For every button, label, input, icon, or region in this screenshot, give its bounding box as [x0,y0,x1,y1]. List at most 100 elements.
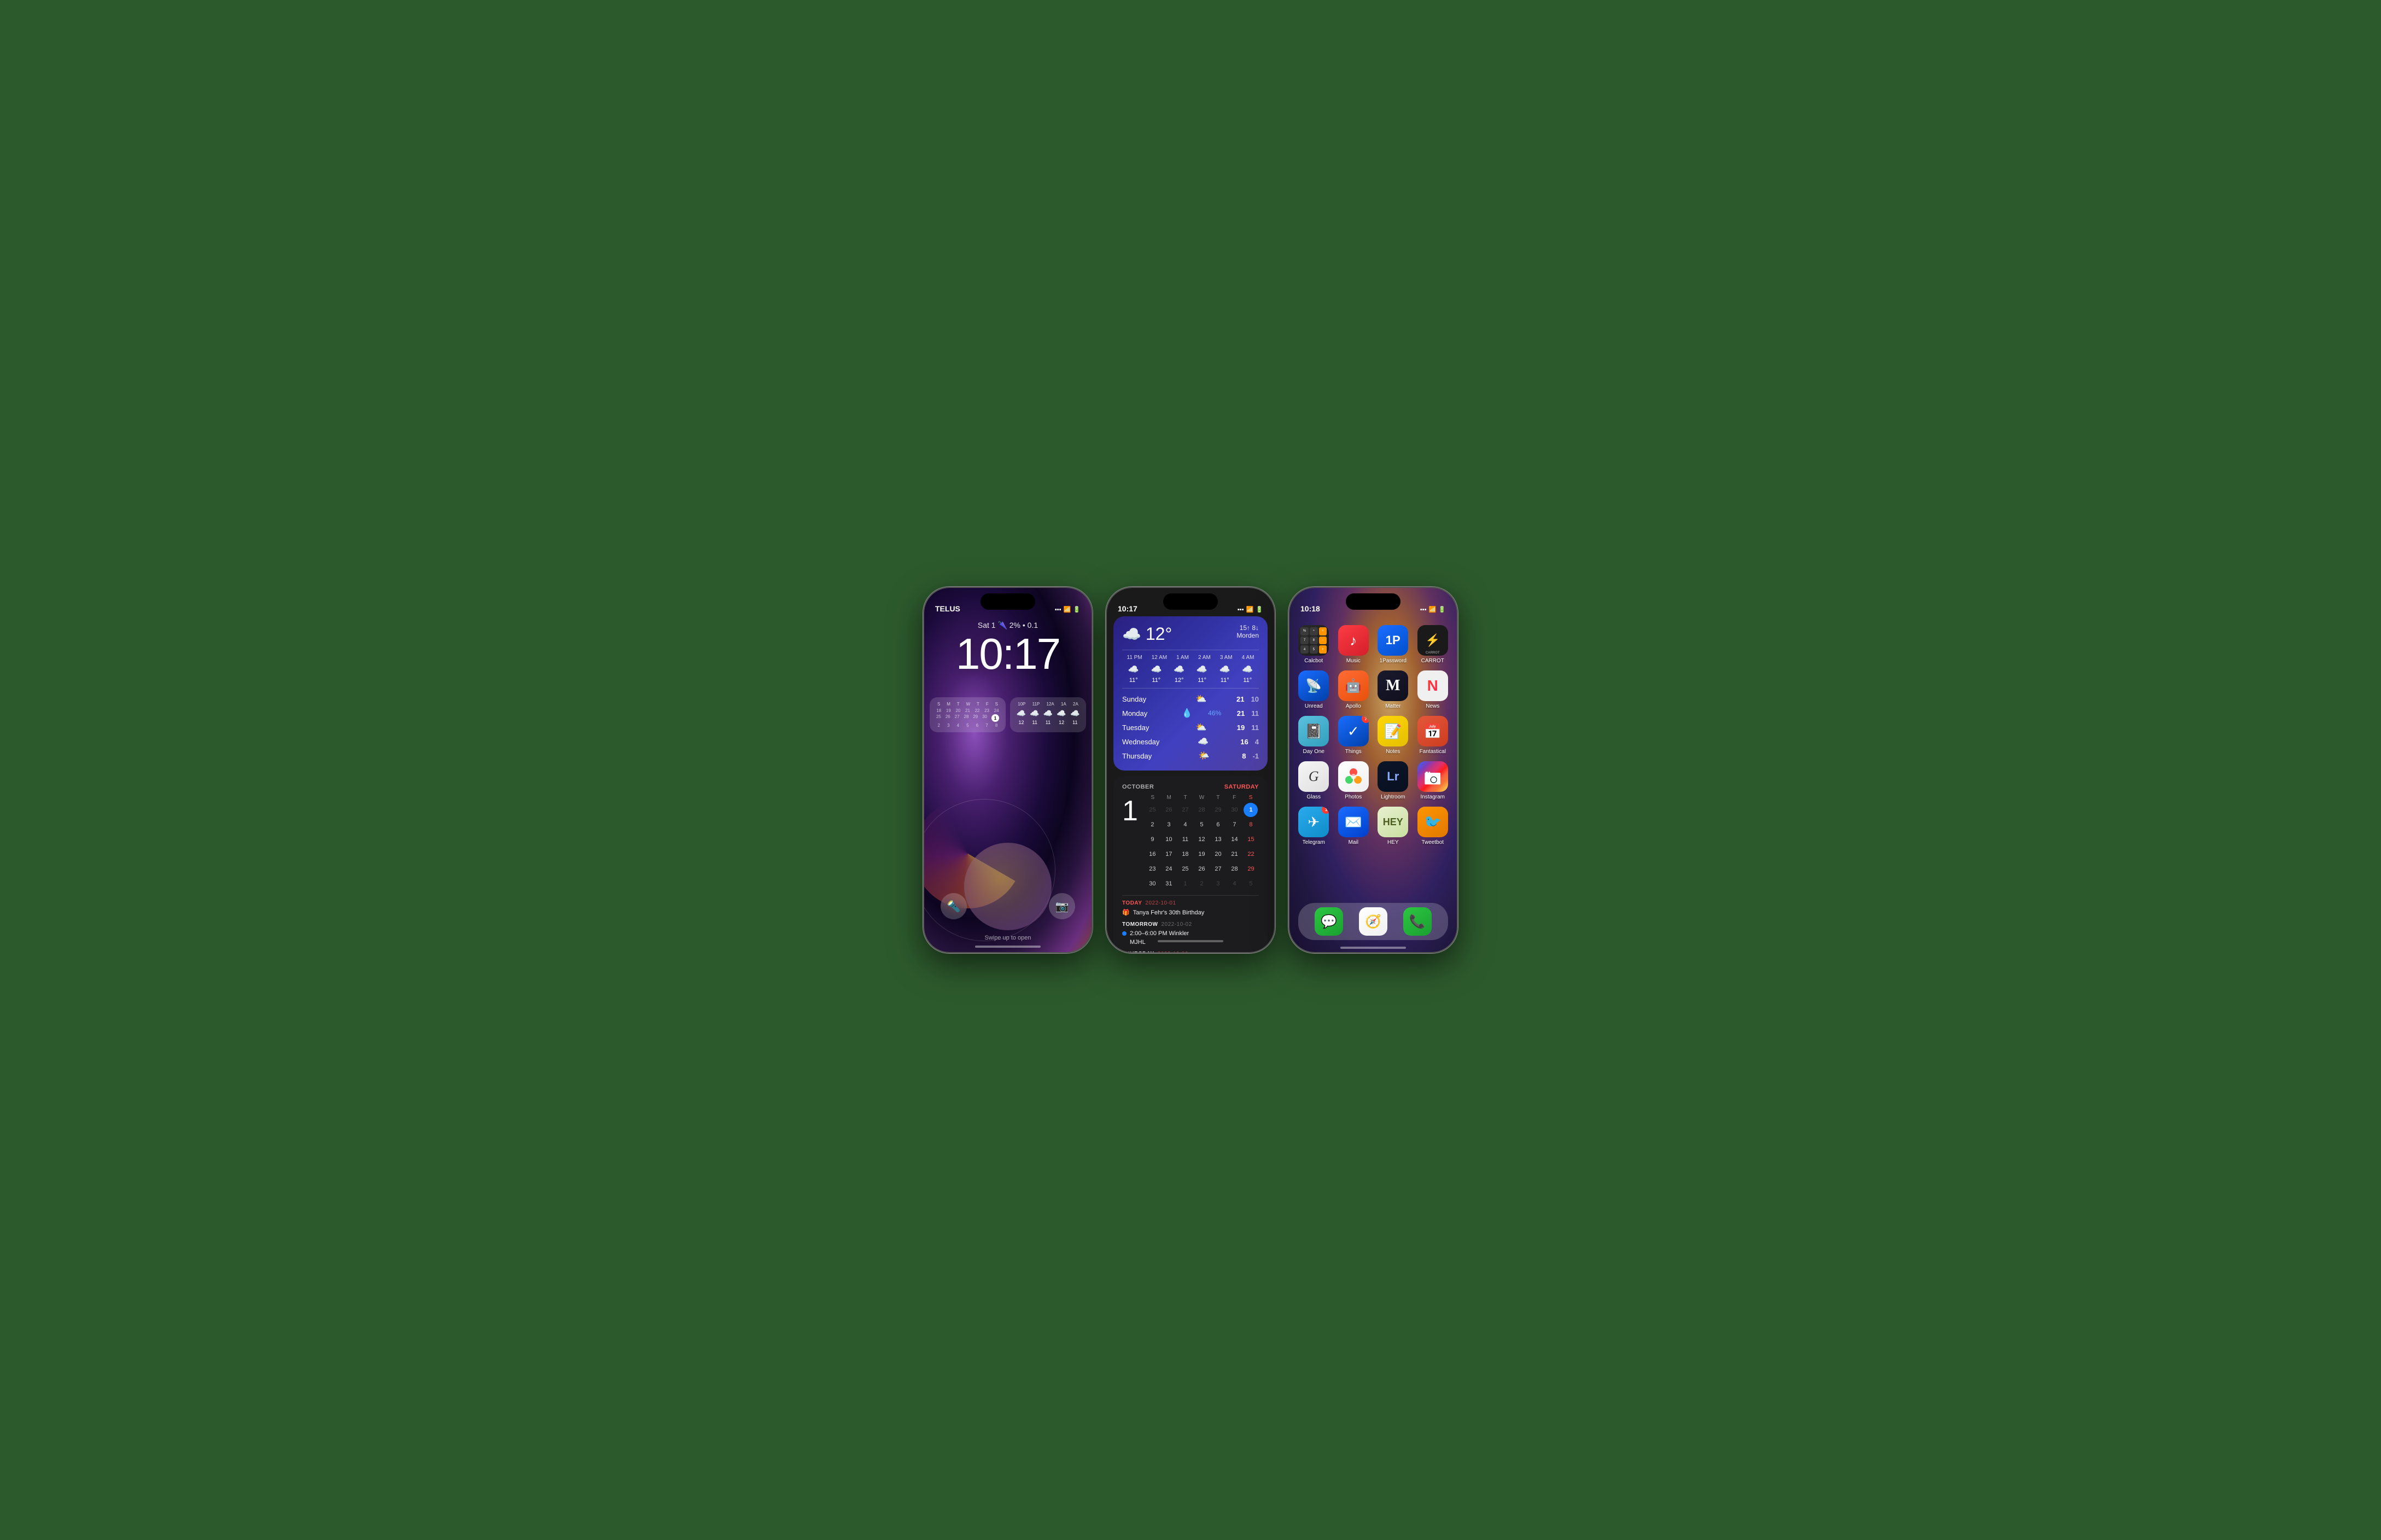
phone-homescreen: 10:18 ▪▪▪ 📶 🔋 % ÷ × [1288,587,1458,953]
swipe-up-label: Swipe up to open [924,935,1092,941]
camera-button[interactable]: 📷 [1049,893,1075,919]
app-label-tweetbot: Tweetbot [1421,839,1444,845]
dock-phone[interactable]: 📞 [1403,907,1432,936]
app-apollo[interactable]: 🤖 Apollo [1337,670,1370,709]
app-label-lightroom: Lightroom [1381,794,1405,800]
weather-condition-icon: ☁️ [1122,625,1141,643]
carrier-label: TELUS [935,604,960,613]
dynamic-island [981,593,1035,610]
lock-screen: Sat 1 🌂 2% • 0.1 10:17 SMTWTFS 181920212… [924,588,1092,952]
calendar-widget: OCTOBER Saturday 1 SMTWTFS 2526272829 [1113,776,1268,952]
app-mail[interactable]: ✉️ Mail [1337,807,1370,845]
weather-hilo: 15↑ 8↓ [1236,624,1259,632]
weather-location: Morden [1236,632,1259,639]
app-notes[interactable]: 📝 Notes [1376,716,1410,755]
home-indicator-1 [975,946,1041,948]
battery-icon-3: 🔋 [1438,606,1446,613]
forecast-tuesday: Tuesday ⛅ 1911 [1122,720,1259,734]
time-label-3: 10:18 [1300,604,1320,613]
cal-sat-label: Saturday [1224,784,1259,790]
event-winkler: 2:00–6:00 PM Winkler [1130,930,1189,937]
forecast-thursday: Thursday 🌤️ 8-1 [1122,749,1259,763]
wifi-icon-3: 📶 [1429,606,1437,613]
app-news[interactable]: N News [1416,670,1450,709]
home-indicator-3 [1340,947,1406,949]
lock-time: 10:17 [924,632,1092,676]
signal-icon-2: ▪▪▪ [1238,606,1244,613]
app-instagram[interactable]: 📷 Instagram [1416,761,1450,800]
app-glass[interactable]: G Glass [1297,761,1330,800]
app-label-telegram: Telegram [1303,839,1325,845]
phones-container: TELUS ▪▪▪ 📶 🔋 Sat 1 🌂 2% • 0.1 10:17 [923,587,1458,953]
app-label-apollo: Apollo [1346,703,1361,709]
weather-widget: ☁️ 12° 15↑ 8↓ Morden 11 PM12 AM1 AM2 AM3… [1113,616,1268,771]
wifi-icon: 📶 [1064,606,1071,613]
forecast-wednesday: Wednesday ☁️ 164 [1122,734,1259,749]
event-tomorrow: TOMORROW 2022-10-02 2:00–6:00 PM Winkler… [1122,921,1259,947]
app-hey[interactable]: HEY HEY [1376,807,1410,845]
app-label-matter: Matter [1385,703,1400,709]
app-label-carrot: CARROT [1421,658,1444,664]
app-tweetbot[interactable]: 🐦 Tweetbot [1416,807,1450,845]
status-icons-2: ▪▪▪ 📶 🔋 [1238,606,1263,613]
forecast-monday: Monday 💧 46% 2111 [1122,706,1259,720]
app-photos[interactable]: Photos [1337,761,1370,800]
app-grid: % ÷ × 7 8 − 4 5 + Calcbot [1289,616,1457,854]
app-calcbot[interactable]: % ÷ × 7 8 − 4 5 + Calcbot [1297,625,1330,664]
signal-icon-3: ▪▪▪ [1420,606,1427,613]
lock-calendar-widget: SMTWTFS 18192021222324 252627282930 1 23… [930,697,1006,732]
app-label-fantastical: Fantastical [1420,749,1446,755]
event-today: TODAY 2022-10-01 🎁 Tanya Fehr's 30th Bir… [1122,900,1259,917]
wifi-icon-2: 📶 [1246,606,1254,613]
app-label-photos: Photos [1345,794,1362,800]
app-label-instagram: Instagram [1421,794,1445,800]
signal-icon: ▪▪▪ [1055,606,1061,613]
cal-month: OCTOBER [1122,784,1154,790]
status-icons-1: ▪▪▪ 📶 🔋 [1055,606,1081,613]
weather-forecast: Sunday ⛅ 2110 Monday 💧 46% 2111 Tuesday [1122,688,1259,763]
app-carrot[interactable]: ⚡ CARROT CARROT [1416,625,1450,664]
app-1password[interactable]: 1P 1Password [1376,625,1410,664]
app-matter[interactable]: M Matter [1376,670,1410,709]
dock-safari[interactable]: 🧭 [1359,907,1387,936]
weather-temp: 12° [1146,624,1172,644]
things-badge: 7 [1362,716,1369,723]
app-label-music: Music [1346,658,1361,664]
cal-big-date: 1 [1122,797,1138,889]
app-label-things: Things [1345,749,1362,755]
app-unread[interactable]: 📡 Unread [1297,670,1330,709]
app-telegram[interactable]: ✈ 1 Telegram [1297,807,1330,845]
app-label-unread: Unread [1305,703,1323,709]
status-icons-3: ▪▪▪ 📶 🔋 [1420,606,1446,613]
app-label-1password: 1Password [1380,658,1407,664]
phone-lockscreen: TELUS ▪▪▪ 📶 🔋 Sat 1 🌂 2% • 0.1 10:17 [923,587,1093,953]
calendar-events: TODAY 2022-10-01 🎁 Tanya Fehr's 30th Bir… [1122,895,1259,952]
dynamic-island-3 [1346,593,1400,610]
event-thursday: THURSDAY 2022-10-06 Compost (green cart) [1122,951,1259,952]
app-label-news: News [1426,703,1439,709]
app-music[interactable]: ♪ Music [1337,625,1370,664]
lock-date: Sat 1 🌂 2% • 0.1 [924,621,1092,630]
lock-weather-widget: 10P11P12A1A2A ☁️☁️☁️☁️☁️ 1211111211 [1010,697,1086,732]
home-indicator-2 [1158,940,1223,942]
app-dayone[interactable]: 📓 Day One [1297,716,1330,755]
app-things[interactable]: ✓ 7 Things [1337,716,1370,755]
time-label-2: 10:17 [1118,604,1137,613]
forecast-sunday: Sunday ⛅ 2110 [1122,692,1259,706]
event-mjhl: MJHL [1130,939,1146,946]
telegram-badge: 1 [1322,807,1329,814]
app-label-hey: HEY [1387,839,1399,845]
dock-messages[interactable]: 💬 [1315,907,1343,936]
app-label-calcbot: Calcbot [1304,658,1323,664]
app-label-notes: Notes [1386,749,1400,755]
app-label-mail: Mail [1349,839,1358,845]
app-lightroom[interactable]: Lr Lightroom [1376,761,1410,800]
flashlight-button[interactable]: 🔦 [941,893,967,919]
app-label-dayone: Day One [1303,749,1324,755]
app-fantastical[interactable]: 📅 Fantastical [1416,716,1450,755]
lock-controls: 🔦 📷 [924,893,1092,919]
battery-icon: 🔋 [1073,606,1081,613]
weather-hourly: 11 PM12 AM1 AM2 AM3 AM4 AM ☁️☁️☁️☁️☁️☁️ … [1122,650,1259,684]
dock: 💬 🧭 📞 [1298,903,1448,940]
widgets-screen[interactable]: ☁️ 12° 15↑ 8↓ Morden 11 PM12 AM1 AM2 AM3… [1107,616,1274,952]
